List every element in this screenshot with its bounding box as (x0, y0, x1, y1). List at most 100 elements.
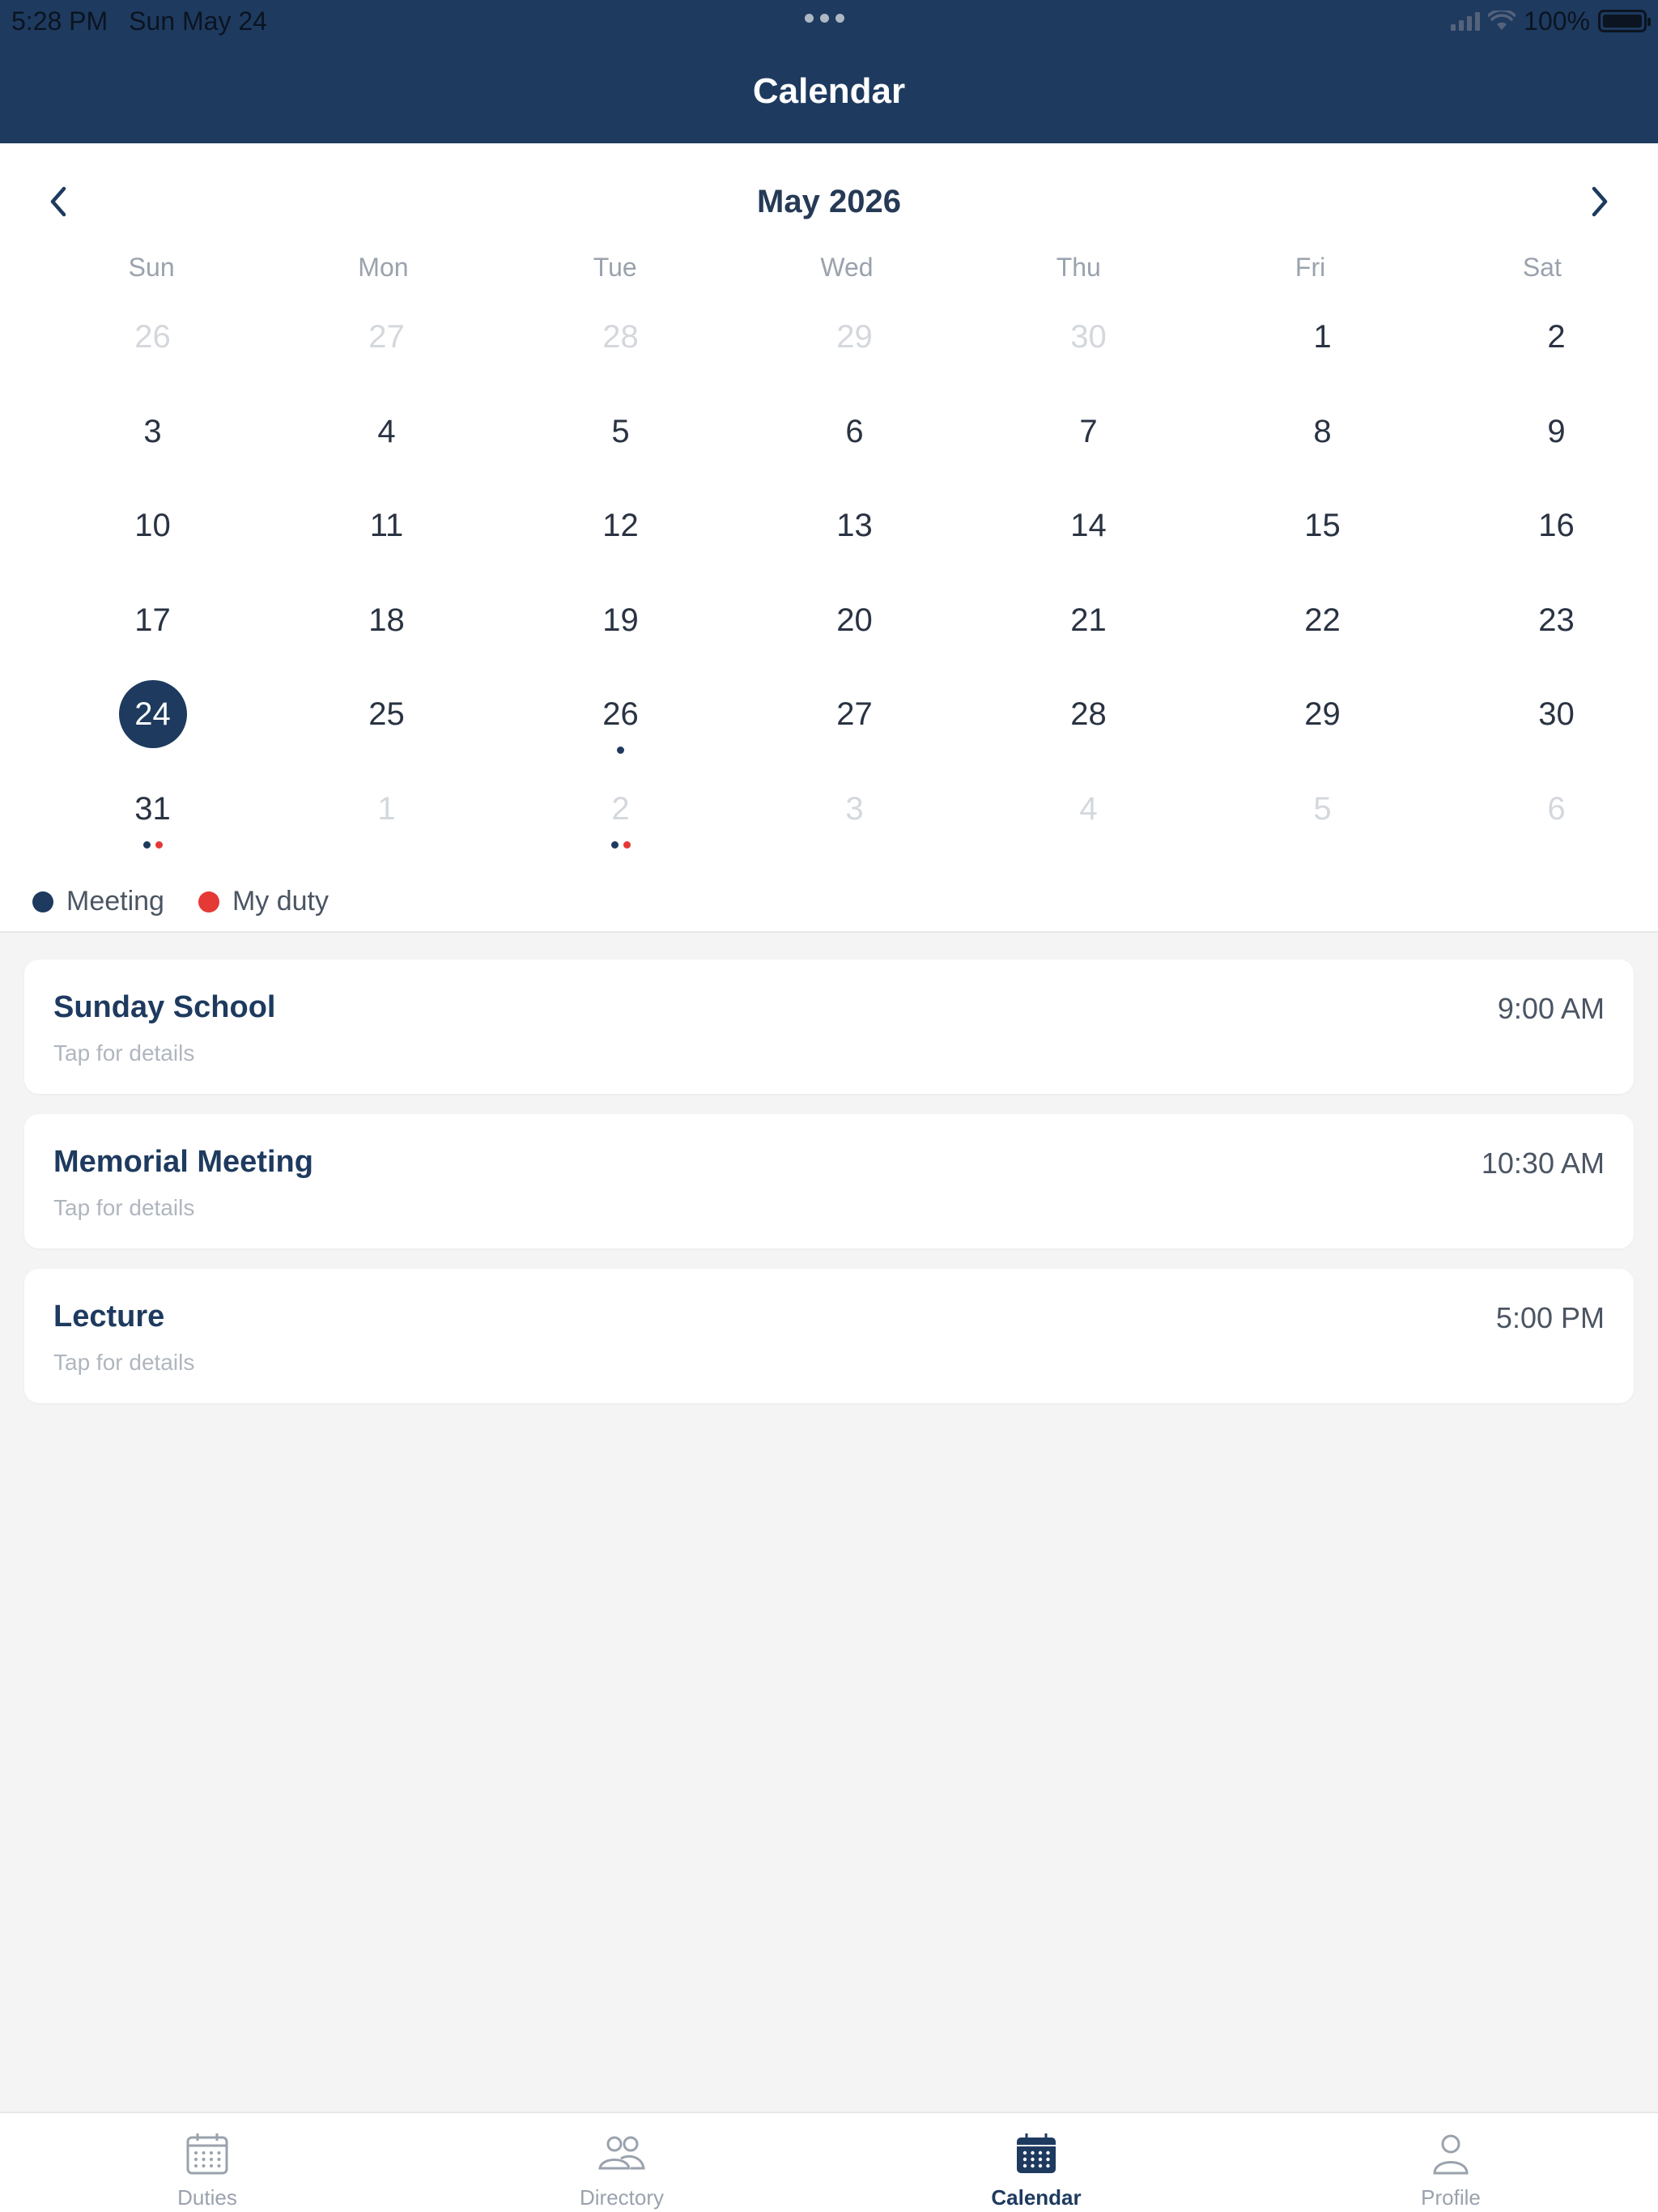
event-card[interactable]: Lecture Tap for details 5:00 PM (24, 1269, 1634, 1403)
month-title: May 2026 (757, 184, 901, 219)
meeting-dot (610, 840, 619, 849)
month-calendar: May 2026 Sun Mon Tue Wed Thu Fri Sat 26 27 28 29 3… (0, 143, 1658, 933)
day-cell[interactable]: 4 (971, 775, 1205, 870)
weekday-label: Mon (358, 253, 409, 282)
day-cell[interactable]: 5 (504, 398, 738, 492)
event-list: Sunday School Tap for details 9:00 AM Memor… (24, 959, 1634, 1423)
day-number: 9 (1547, 413, 1566, 449)
day-number: 18 (368, 602, 405, 638)
tab-profile[interactable]: Profile (1244, 2113, 1658, 2212)
tab-directory[interactable]: Directory (414, 2113, 829, 2212)
day-cell[interactable]: 3 (738, 775, 971, 870)
day-cell[interactable]: 31 (36, 775, 270, 870)
day-cell[interactable]: 25 (270, 680, 504, 775)
day-cell[interactable]: 28 (971, 680, 1205, 775)
day-cell[interactable]: 30 (1439, 680, 1658, 775)
day-cell[interactable]: 17 (36, 586, 270, 681)
day-number: 1 (1313, 319, 1332, 355)
status-date: Sun May 24 (129, 6, 267, 36)
day-cell[interactable]: 15 (1205, 491, 1439, 586)
day-cell[interactable]: 29 (1205, 680, 1439, 775)
status-bar-right: 100% (1451, 5, 1651, 37)
day-cell[interactable]: 8 (1205, 398, 1439, 492)
next-month-button[interactable] (1574, 176, 1626, 228)
legend-item-duty: My duty (198, 886, 329, 917)
multitasking-dots-icon[interactable] (805, 14, 844, 23)
weekday-label: Thu (1056, 253, 1101, 282)
day-cell[interactable]: 27 (738, 680, 971, 775)
event-time: 9:00 AM (1497, 992, 1605, 1025)
day-cell[interactable]: 7 (971, 398, 1205, 492)
day-cell[interactable]: 18 (270, 586, 504, 681)
day-number: 24 (118, 680, 187, 748)
event-card[interactable]: Sunday School Tap for details 9:00 AM (24, 959, 1634, 1094)
day-number: 6 (1547, 790, 1566, 827)
day-number: 29 (1304, 696, 1341, 732)
day-cell[interactable]: 9 (1439, 398, 1658, 492)
tab-label: Profile (1421, 2185, 1481, 2210)
day-cell[interactable]: 26 (36, 303, 270, 398)
event-time: 5:00 PM (1495, 1301, 1605, 1334)
day-cell[interactable]: 6 (1439, 775, 1658, 870)
day-number: 22 (1304, 602, 1341, 638)
day-number: 26 (134, 319, 171, 355)
day-cell[interactable]: 30 (971, 303, 1205, 398)
day-cell[interactable]: 6 (738, 398, 971, 492)
day-cell[interactable]: 28 (504, 303, 738, 398)
day-cell[interactable]: 1 (270, 775, 504, 870)
day-cell[interactable]: 26 (504, 680, 738, 775)
day-number: 11 (369, 508, 404, 543)
weekday-label: Sat (1522, 253, 1562, 282)
day-cell[interactable]: 2 (504, 775, 738, 870)
day-number: 1 (377, 790, 396, 827)
event-card[interactable]: Memorial Meeting Tap for details 10:30 AM (24, 1114, 1634, 1249)
weekday-label: Wed (820, 253, 874, 282)
day-cell[interactable]: 27 (270, 303, 504, 398)
day-cell[interactable]: 14 (971, 491, 1205, 586)
day-cell[interactable]: 1 (1205, 303, 1439, 398)
day-number: 20 (836, 602, 873, 638)
day-cell[interactable]: 5 (1205, 775, 1439, 870)
chevron-right-icon (1592, 186, 1608, 217)
day-cell[interactable]: 11 (270, 491, 504, 586)
week-row: 17 18 19 20 21 22 23 (36, 586, 1658, 681)
day-cell[interactable]: 16 (1439, 491, 1658, 586)
day-cell[interactable]: 29 (738, 303, 971, 398)
day-cell[interactable]: 10 (36, 491, 270, 586)
header-bar: 5:28 PM Sun May 24 100% Calendar (0, 0, 1658, 143)
day-number: 28 (602, 319, 639, 355)
battery-percent: 100% (1524, 6, 1590, 36)
selected-day-cell[interactable]: 24 (36, 680, 270, 775)
day-cell[interactable]: 3 (36, 398, 270, 492)
status-time: 5:28 PM (11, 6, 108, 36)
day-number: 2 (611, 790, 630, 827)
person-icon (1428, 2131, 1473, 2180)
event-title: Memorial Meeting (53, 1145, 313, 1179)
day-cell[interactable]: 23 (1439, 586, 1658, 681)
day-number: 27 (368, 319, 405, 355)
weekday-label: Fri (1295, 253, 1326, 282)
week-row: 3 4 5 6 7 8 9 (36, 398, 1658, 492)
day-number: 21 (1070, 602, 1107, 638)
day-cell[interactable]: 4 (270, 398, 504, 492)
tab-calendar[interactable]: Calendar (829, 2113, 1244, 2212)
day-cell[interactable]: 22 (1205, 586, 1439, 681)
day-number: 14 (1070, 508, 1107, 543)
weekday-label: Sun (128, 253, 175, 282)
week-row: 26 27 28 29 30 1 2 (36, 303, 1658, 398)
day-number: 28 (1070, 696, 1107, 732)
duty-dot (155, 840, 163, 849)
day-number: 25 (368, 696, 405, 732)
day-number: 27 (836, 696, 873, 732)
day-cell[interactable]: 2 (1439, 303, 1658, 398)
day-number: 3 (143, 413, 162, 449)
day-cell[interactable]: 12 (504, 491, 738, 586)
tab-duties[interactable]: Duties (0, 2113, 414, 2212)
day-number: 6 (845, 413, 864, 449)
day-cell[interactable]: 19 (504, 586, 738, 681)
day-cell[interactable]: 13 (738, 491, 971, 586)
day-cell[interactable]: 21 (971, 586, 1205, 681)
day-number: 29 (836, 319, 873, 355)
day-cell[interactable]: 20 (738, 586, 971, 681)
day-number: 2 (1547, 319, 1566, 355)
